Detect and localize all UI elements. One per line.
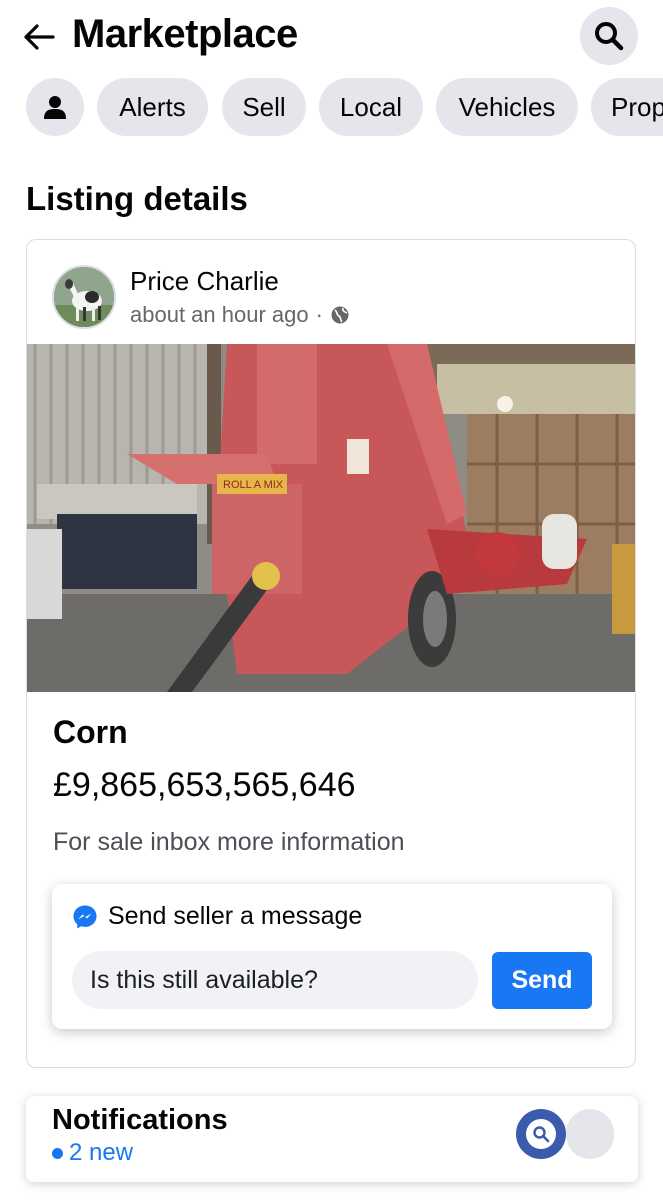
new-dot-icon <box>52 1147 63 1159</box>
listing-card: Price Charlie about an hour ago · ROLL A… <box>26 239 636 1068</box>
meta-separator: · <box>315 302 323 327</box>
notifications-new-count: 2 new <box>69 1139 134 1166</box>
listing-title: Corn <box>53 714 128 750</box>
chip-local[interactable]: Local <box>319 78 423 136</box>
top-bar: Marketplace <box>0 0 663 76</box>
chip-alerts[interactable]: Alerts <box>97 78 208 136</box>
seller-avatar[interactable] <box>52 265 116 329</box>
search-icon <box>533 1126 550 1143</box>
search-icon <box>595 22 624 51</box>
listing-description: For sale inbox more information <box>53 828 405 856</box>
toggle-track[interactable] <box>566 1109 614 1159</box>
notifications-bar[interactable]: Notifications 2 new <box>26 1096 638 1182</box>
chip-property[interactable]: Prop <box>591 78 663 136</box>
message-heading: Send seller a message <box>72 902 362 931</box>
search-button[interactable] <box>580 7 638 65</box>
person-icon <box>44 96 66 119</box>
category-chips: Alerts Sell Local Vehicles Prop <box>0 78 663 138</box>
listing-price: £9,865,653,565,646 <box>53 766 356 804</box>
chip-sell[interactable]: Sell <box>222 78 306 136</box>
arrow-left-icon <box>24 24 55 50</box>
chip-vehicles[interactable]: Vehicles <box>436 78 578 136</box>
messenger-icon <box>73 905 97 928</box>
machine-sign: ROLL A MIX <box>223 479 284 491</box>
send-button[interactable]: Send <box>492 952 592 1009</box>
globe-icon <box>331 306 349 324</box>
post-time: about an hour ago <box>130 302 309 327</box>
post-meta: about an hour ago · <box>130 302 350 328</box>
message-seller-panel: Send seller a message Is this still avai… <box>52 884 612 1029</box>
listing-photo[interactable]: ROLL A MIX <box>27 344 635 692</box>
notifications-new: 2 new <box>52 1139 133 1167</box>
message-heading-text: Send seller a message <box>108 902 363 930</box>
notifications-title: Notifications <box>52 1104 228 1136</box>
section-title: Listing details <box>26 180 248 217</box>
seller-name[interactable]: Price Charlie <box>130 266 279 297</box>
page-title: Marketplace <box>72 12 298 56</box>
profile-chip[interactable] <box>26 78 84 136</box>
message-input[interactable]: Is this still available? <box>72 951 478 1009</box>
toggle-knob[interactable] <box>516 1109 566 1159</box>
back-button[interactable] <box>20 18 58 56</box>
